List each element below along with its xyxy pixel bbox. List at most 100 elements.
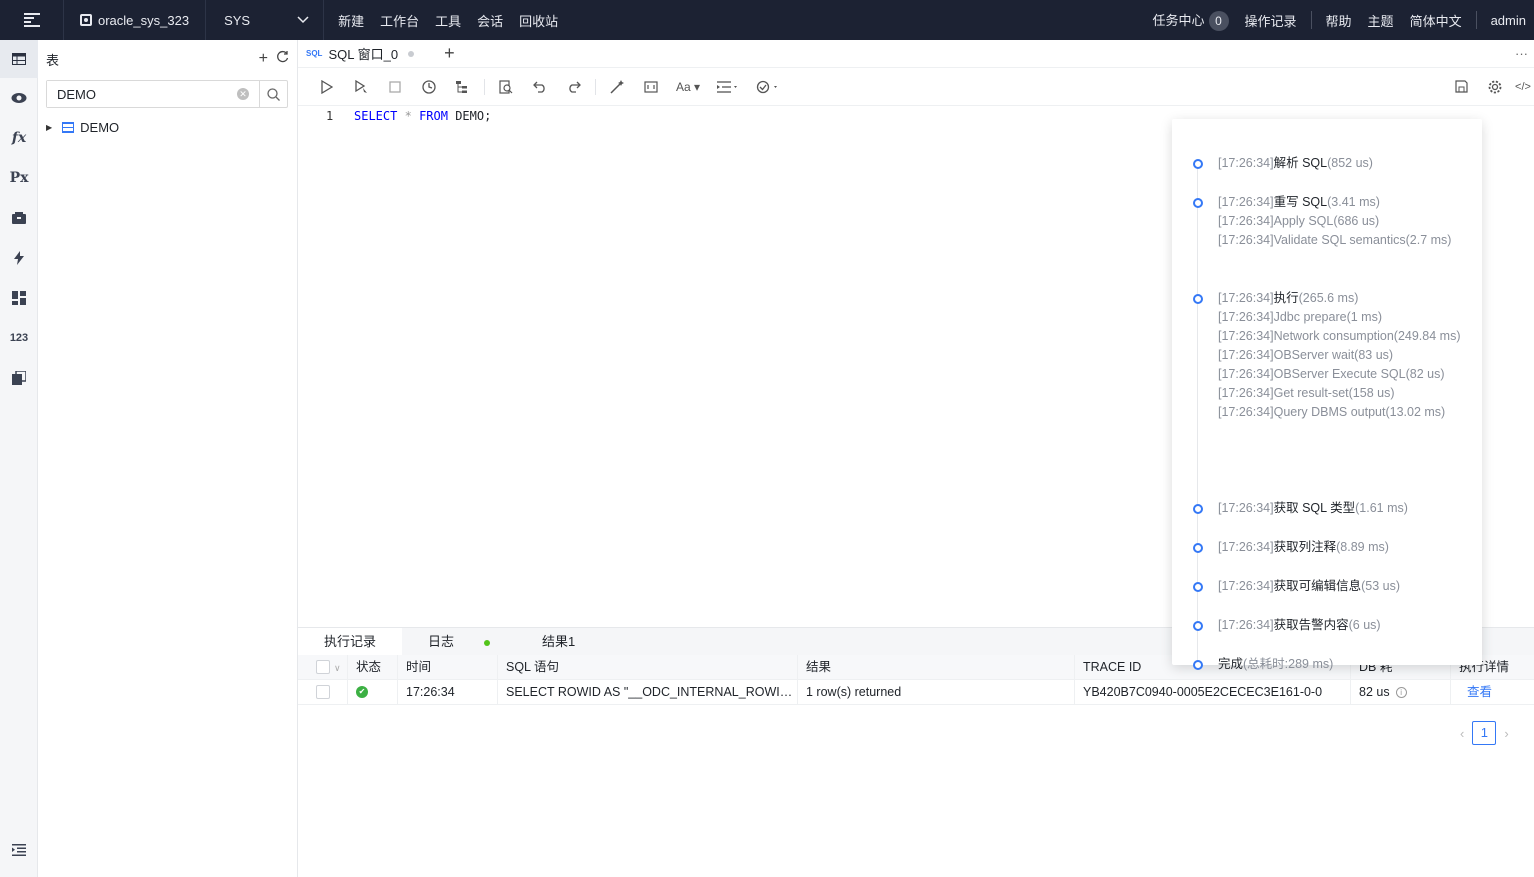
format-icon[interactable] (600, 75, 634, 99)
caret-right-icon[interactable]: ▶ (46, 123, 52, 132)
side-rail: fx Px 123 (0, 40, 38, 877)
history-icon[interactable] (412, 75, 446, 99)
connection-selector[interactable]: oracle_sys_323 (64, 0, 207, 40)
language-link[interactable]: 简体中文 (1410, 11, 1462, 30)
plan-icon[interactable] (446, 75, 480, 99)
compile-icon[interactable] (748, 75, 788, 99)
type-icon[interactable] (9, 288, 29, 308)
menu-tools[interactable]: 工具 (435, 11, 461, 30)
divider (484, 78, 485, 95)
operation-records[interactable]: 操作记录 (1245, 11, 1297, 30)
trace-duration: (265.6 ms) (1298, 291, 1359, 305)
task-center-label: 任务中心 (1152, 12, 1205, 28)
save-icon[interactable] (1444, 75, 1478, 99)
menu-new[interactable]: 新建 (338, 11, 364, 30)
function-icon[interactable]: fx (9, 128, 29, 148)
select-all[interactable]: ∨ (298, 654, 348, 680)
trace-duration: (6 us) (1348, 618, 1381, 632)
find-icon[interactable] (489, 75, 523, 99)
run-icon[interactable] (310, 75, 344, 99)
next-page-icon[interactable]: › (1504, 726, 1508, 741)
theme-link[interactable]: 主题 (1368, 11, 1394, 30)
status-dot-icon (484, 639, 491, 646)
trace-event-title: [17:26:34]获取列注释(8.89 ms) (1218, 538, 1478, 557)
info-icon[interactable]: i (1395, 686, 1407, 698)
search-button[interactable] (259, 81, 287, 107)
stop-icon[interactable] (378, 75, 412, 99)
view-detail-link[interactable]: 查看 (1451, 680, 1534, 705)
package-icon[interactable] (9, 208, 29, 228)
database-icon (80, 14, 92, 26)
timeline-node-icon (1193, 294, 1203, 304)
checkbox[interactable] (316, 660, 330, 675)
trace-duration: (852 us) (1327, 156, 1373, 170)
row-select[interactable] (298, 679, 348, 705)
trace-duration: (53 us) (1361, 579, 1401, 593)
editor-toolbar: Aa ▾ </> (298, 68, 1534, 106)
case-icon[interactable]: Aa ▾ (668, 75, 708, 99)
task-center[interactable]: 任务中心 0 (1153, 10, 1229, 31)
sql-editor[interactable]: 1 SELECT * FROM DEMO; (298, 106, 1172, 126)
row-result: 1 row(s) returned (798, 679, 1075, 705)
new-tab-button[interactable]: + (444, 43, 455, 64)
sequence-icon[interactable]: 123 (9, 328, 29, 348)
page-1[interactable]: 1 (1472, 721, 1497, 745)
timeline-node-icon (1193, 543, 1203, 553)
divider (595, 78, 596, 95)
menu-sessions[interactable]: 会话 (477, 11, 503, 30)
row-db-time: 82 us i (1351, 679, 1451, 705)
checkbox[interactable] (316, 685, 330, 700)
trace-event: [17:26:34]获取告警内容(6 us) (1218, 616, 1478, 635)
db-time-value: 82 us (1359, 684, 1390, 699)
view-icon[interactable] (9, 88, 29, 108)
code-icon[interactable]: </> (1512, 75, 1534, 99)
trace-time: [17:26:34] (1218, 156, 1274, 170)
main-menu: 新建 工作台 工具 会话 回收站 (324, 11, 574, 30)
tab-execution-records[interactable]: 执行记录 (298, 628, 403, 656)
undo-icon[interactable] (523, 75, 557, 99)
trigger-icon[interactable] (9, 248, 29, 268)
gear-icon[interactable] (1478, 75, 1512, 99)
menu-recycle-bin[interactable]: 回收站 (519, 11, 558, 30)
top-right: 任务中心 0 操作记录 帮助 主题 简体中文 admin (1145, 0, 1534, 40)
user-menu[interactable]: admin (1491, 13, 1526, 28)
trace-finish: 完成(总耗时:289 ms) (1218, 655, 1478, 674)
tree-node-demo[interactable]: ▶ DEMO (46, 120, 119, 135)
snippet-icon[interactable] (634, 75, 668, 99)
tab-sql-window[interactable]: SQL SQL 窗口_0 (298, 40, 422, 68)
tab-log[interactable]: 日志 (402, 628, 516, 656)
trace-name: 获取告警内容 (1273, 618, 1349, 632)
col-sql: SQL 语句 (498, 654, 798, 680)
code-line: SELECT * FROM DEMO; (354, 109, 491, 123)
trace-name: 执行 (1273, 291, 1299, 305)
success-icon: ✔ (356, 686, 368, 699)
refresh-icon[interactable] (276, 50, 289, 68)
add-icon[interactable]: + (259, 50, 268, 68)
indent-icon[interactable] (708, 75, 748, 99)
trace-event-title: [17:26:34]获取 SQL 类型(1.61 ms) (1218, 499, 1478, 518)
collapse-menu-icon[interactable] (9, 840, 29, 860)
trace-event-title: [17:26:34]获取可编辑信息(53 us) (1218, 577, 1478, 596)
menu-workbench[interactable]: 工作台 (380, 11, 419, 30)
redo-icon[interactable] (557, 75, 591, 99)
tab-result-1[interactable]: 结果1 (516, 628, 601, 656)
editor-tabs: SQL SQL 窗口_0 + ··· (298, 40, 1534, 68)
trace-event: [17:26:34]解析 SQL(852 us) (1218, 154, 1478, 173)
search-input[interactable] (47, 81, 237, 107)
help-link[interactable]: 帮助 (1326, 11, 1352, 30)
prev-page-icon[interactable]: ‹ (1460, 726, 1464, 741)
logo-icon[interactable] (0, 0, 64, 40)
sql-identifier: DEMO; (455, 109, 492, 123)
tree-search: ✕ (46, 80, 288, 108)
procedure-icon[interactable]: Px (9, 168, 29, 188)
trace-duration: (1.61 ms) (1355, 501, 1408, 515)
synonym-icon[interactable] (9, 368, 29, 388)
table-icon[interactable] (9, 49, 29, 69)
more-icon[interactable]: ··· (1515, 46, 1528, 61)
trace-event: [17:26:34]获取列注释(8.89 ms) (1218, 538, 1478, 557)
trace-sub-event: [17:26:34]OBServer Execute SQL(82 us) (1218, 367, 1445, 381)
row-sql: SELECT ROWID AS "__ODC_INTERNAL_ROWID... (498, 679, 798, 705)
run-selected-icon[interactable] (344, 75, 378, 99)
clear-icon[interactable]: ✕ (237, 88, 249, 100)
schema-selector[interactable]: SYS (206, 0, 325, 40)
